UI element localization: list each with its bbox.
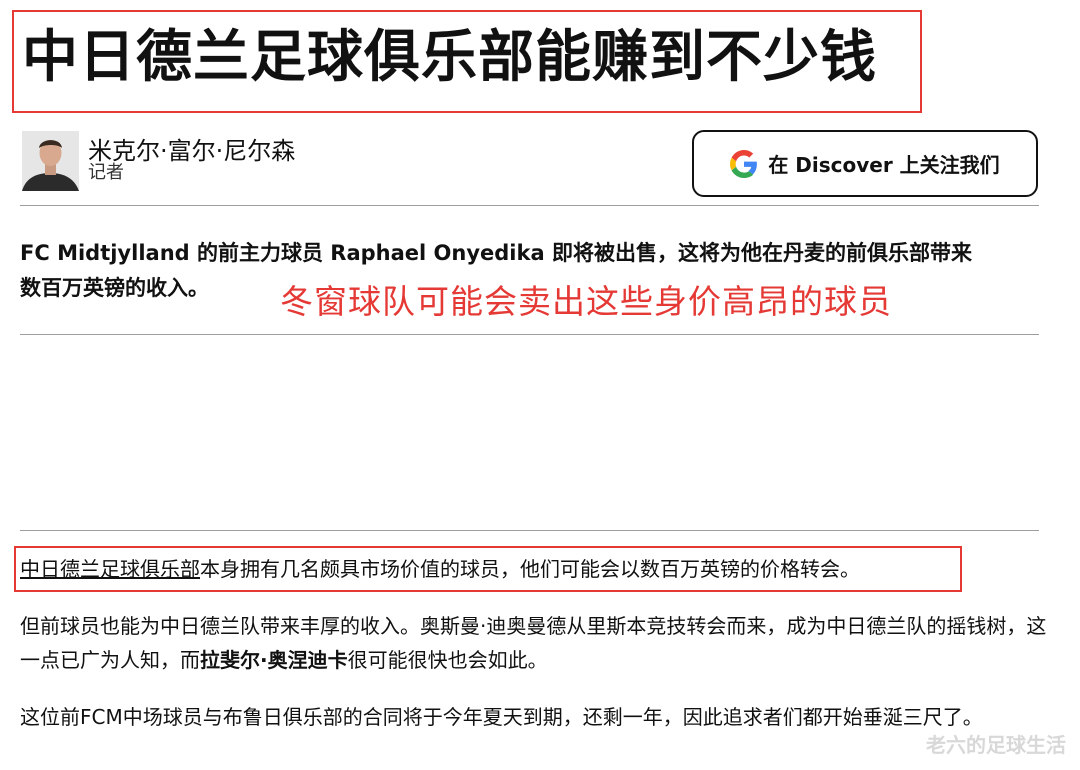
red-annotation-caption: 冬窗球队可能会卖出这些身价高昂的球员 [280, 282, 892, 321]
author-avatar [22, 131, 79, 191]
club-link[interactable]: 中日德兰足球俱乐部 [20, 557, 200, 581]
divider [20, 205, 1039, 206]
divider [20, 334, 1039, 335]
google-g-icon [730, 149, 758, 178]
player-name-bold: 拉斐尔·奥涅迪卡 [200, 648, 348, 672]
article-headline: 中日德兰足球俱乐部能赚到不少钱 [22, 25, 877, 90]
discover-button-label: 在 Discover 上关注我们 [768, 153, 1000, 177]
article-lead-line-2: 数百万英镑的收入。 [20, 276, 209, 300]
person-photo-icon [22, 131, 79, 191]
author-role: 记者 [88, 162, 124, 183]
divider [20, 530, 1039, 531]
body-paragraph-1: 中日德兰足球俱乐部本身拥有几名颇具市场价值的球员，他们可能会以数百万英镑的价格转… [20, 554, 860, 584]
paragraph-1-text: 本身拥有几名颇具市场价值的球员，他们可能会以数百万英镑的价格转会。 [200, 557, 860, 581]
follow-on-discover-button[interactable]: 在 Discover 上关注我们 [692, 130, 1038, 197]
watermark: 老六的足球生活 [926, 733, 1066, 757]
body-paragraph-3: 这位前FCM中场球员与布鲁日俱乐部的合同将于今年夏天到期，还剩一年，因此追求者们… [20, 705, 983, 729]
article-lead-line-1: FC Midtjylland 的前主力球员 Raphael Onyedika 即… [20, 241, 972, 265]
body-paragraph-2: 但前球员也能为中日德兰队带来丰厚的收入。奥斯曼·迪奥曼德从里斯本竞技转会而来，成… [20, 609, 1050, 677]
paragraph-2-text-b: 很可能很快也会如此。 [347, 648, 548, 672]
